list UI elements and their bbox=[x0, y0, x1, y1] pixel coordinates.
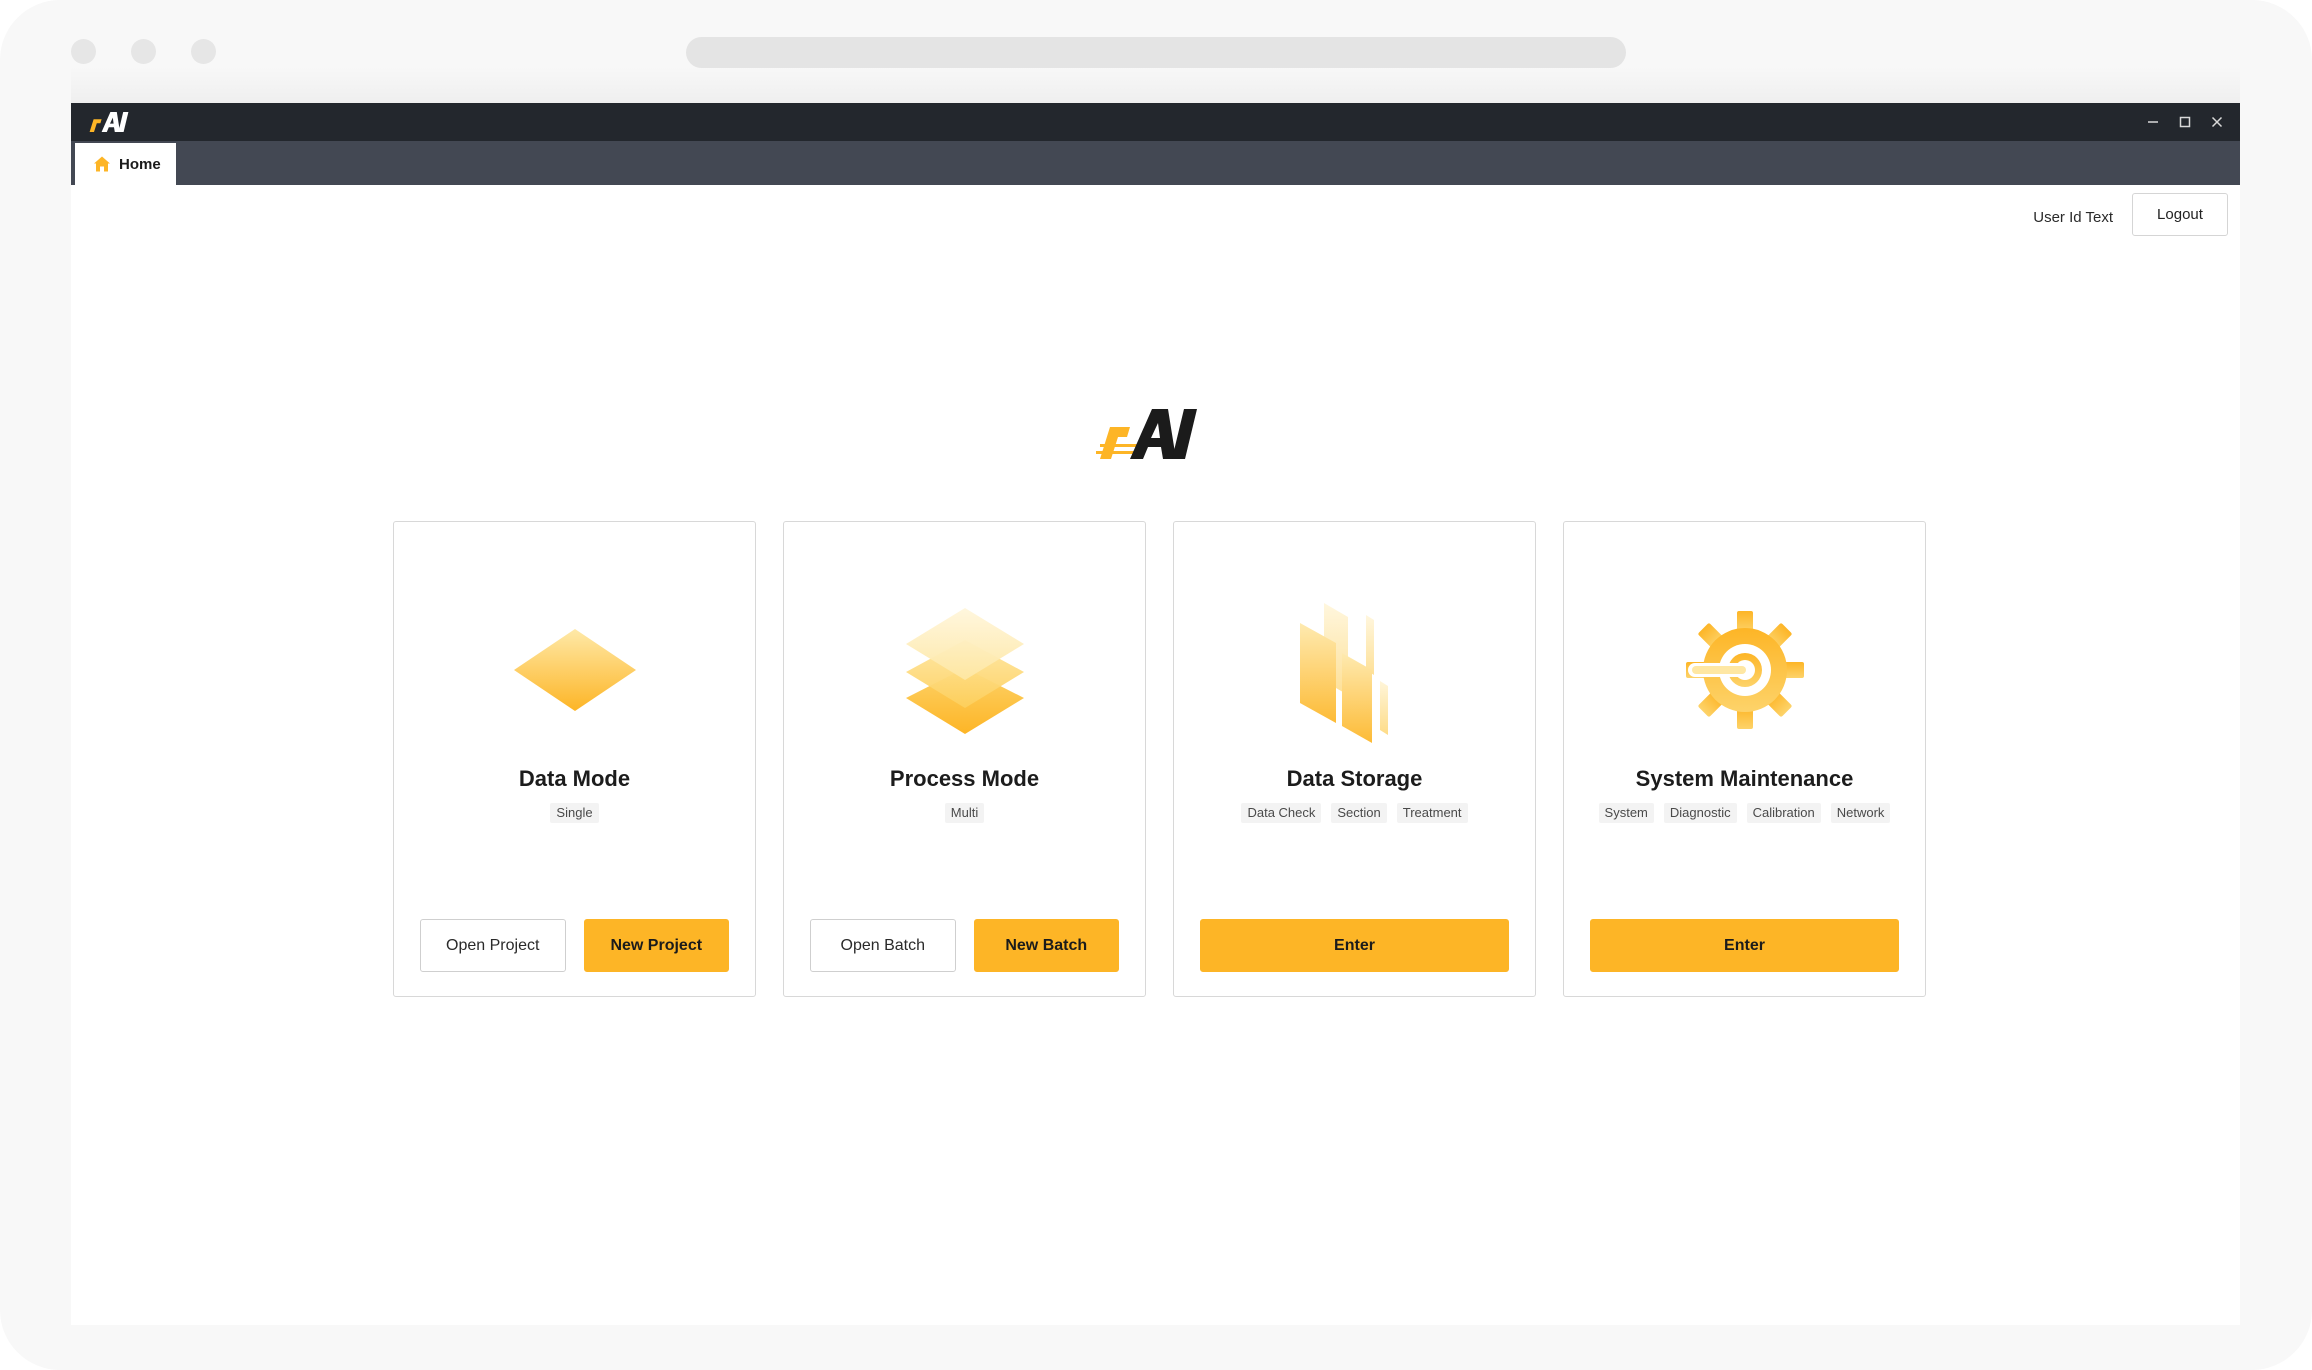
button-row: Enter bbox=[1200, 919, 1509, 972]
tab-home-label: Home bbox=[119, 155, 161, 173]
app-frame: Home User Id Text Logout Data Mode Singl… bbox=[0, 0, 2312, 1370]
button-row: Enter bbox=[1590, 919, 1899, 972]
open-project-button[interactable]: Open Project bbox=[420, 919, 566, 972]
tag: Treatment bbox=[1396, 803, 1468, 823]
tag-row: Data Check Section Treatment bbox=[1174, 803, 1535, 823]
tag: Multi bbox=[944, 803, 985, 823]
open-batch-button[interactable]: Open Batch bbox=[810, 919, 956, 972]
app-window: Home User Id Text Logout Data Mode Singl… bbox=[71, 103, 2240, 1325]
card-title: Data Storage bbox=[1286, 766, 1423, 791]
new-batch-button[interactable]: New Batch bbox=[973, 919, 1119, 972]
close-icon bbox=[2211, 116, 2223, 128]
tab-bar: Home bbox=[71, 141, 2240, 185]
user-id-text: User Id Text bbox=[2033, 209, 2113, 226]
diamond-icon bbox=[513, 629, 636, 711]
maximize-button[interactable] bbox=[2172, 109, 2198, 135]
new-project-button[interactable]: New Project bbox=[583, 919, 729, 972]
tag: Network bbox=[1830, 803, 1891, 823]
tab-home[interactable]: Home bbox=[75, 143, 176, 185]
minimize-button[interactable] bbox=[2140, 109, 2166, 135]
card-system-maintenance: System Maintenance System Diagnostic Cal… bbox=[1563, 521, 1926, 997]
tag: Calibration bbox=[1746, 803, 1821, 823]
card-process-mode: Process Mode Multi Open Batch New Batch bbox=[783, 521, 1146, 997]
tag: Single bbox=[550, 803, 599, 823]
card-title: Process Mode bbox=[889, 766, 1040, 791]
layers-icon bbox=[905, 608, 1024, 734]
button-row: Open Batch New Batch bbox=[810, 919, 1119, 972]
tag: Section bbox=[1331, 803, 1387, 823]
card-title: Data Mode bbox=[518, 766, 631, 791]
app-logo-small bbox=[89, 112, 129, 132]
card-data-storage: Data Storage Data Check Section Treatmen… bbox=[1173, 521, 1536, 997]
window-dot-close[interactable] bbox=[71, 39, 96, 64]
home-icon bbox=[94, 156, 110, 172]
maximize-icon bbox=[2179, 116, 2191, 128]
window-dot-maximize[interactable] bbox=[191, 39, 216, 64]
chrome-shadow bbox=[71, 66, 2240, 106]
tag-row: System Diagnostic Calibration Network bbox=[1564, 803, 1925, 823]
window-dot-minimize[interactable] bbox=[131, 39, 156, 64]
minimize-icon bbox=[2148, 121, 2158, 123]
card-title: System Maintenance bbox=[1635, 766, 1854, 791]
tag-row: Single bbox=[394, 803, 755, 823]
app-logo bbox=[1096, 409, 1197, 459]
button-row: Open Project New Project bbox=[420, 919, 729, 972]
tag: System bbox=[1598, 803, 1654, 823]
enter-maintenance-button[interactable]: Enter bbox=[1590, 919, 1899, 972]
card-data-mode: Data Mode Single Open Project New Projec… bbox=[393, 521, 756, 997]
storage-icon bbox=[1299, 603, 1388, 743]
enter-storage-button[interactable]: Enter bbox=[1200, 919, 1509, 972]
close-button[interactable] bbox=[2204, 109, 2230, 135]
tag: Diagnostic bbox=[1663, 803, 1737, 823]
title-bar bbox=[71, 103, 2240, 141]
tag: Data Check bbox=[1241, 803, 1322, 823]
logout-button[interactable]: Logout bbox=[2132, 193, 2228, 236]
address-bar[interactable] bbox=[686, 37, 1626, 68]
gear-icon bbox=[1685, 611, 1804, 729]
tag-row: Multi bbox=[784, 803, 1145, 823]
